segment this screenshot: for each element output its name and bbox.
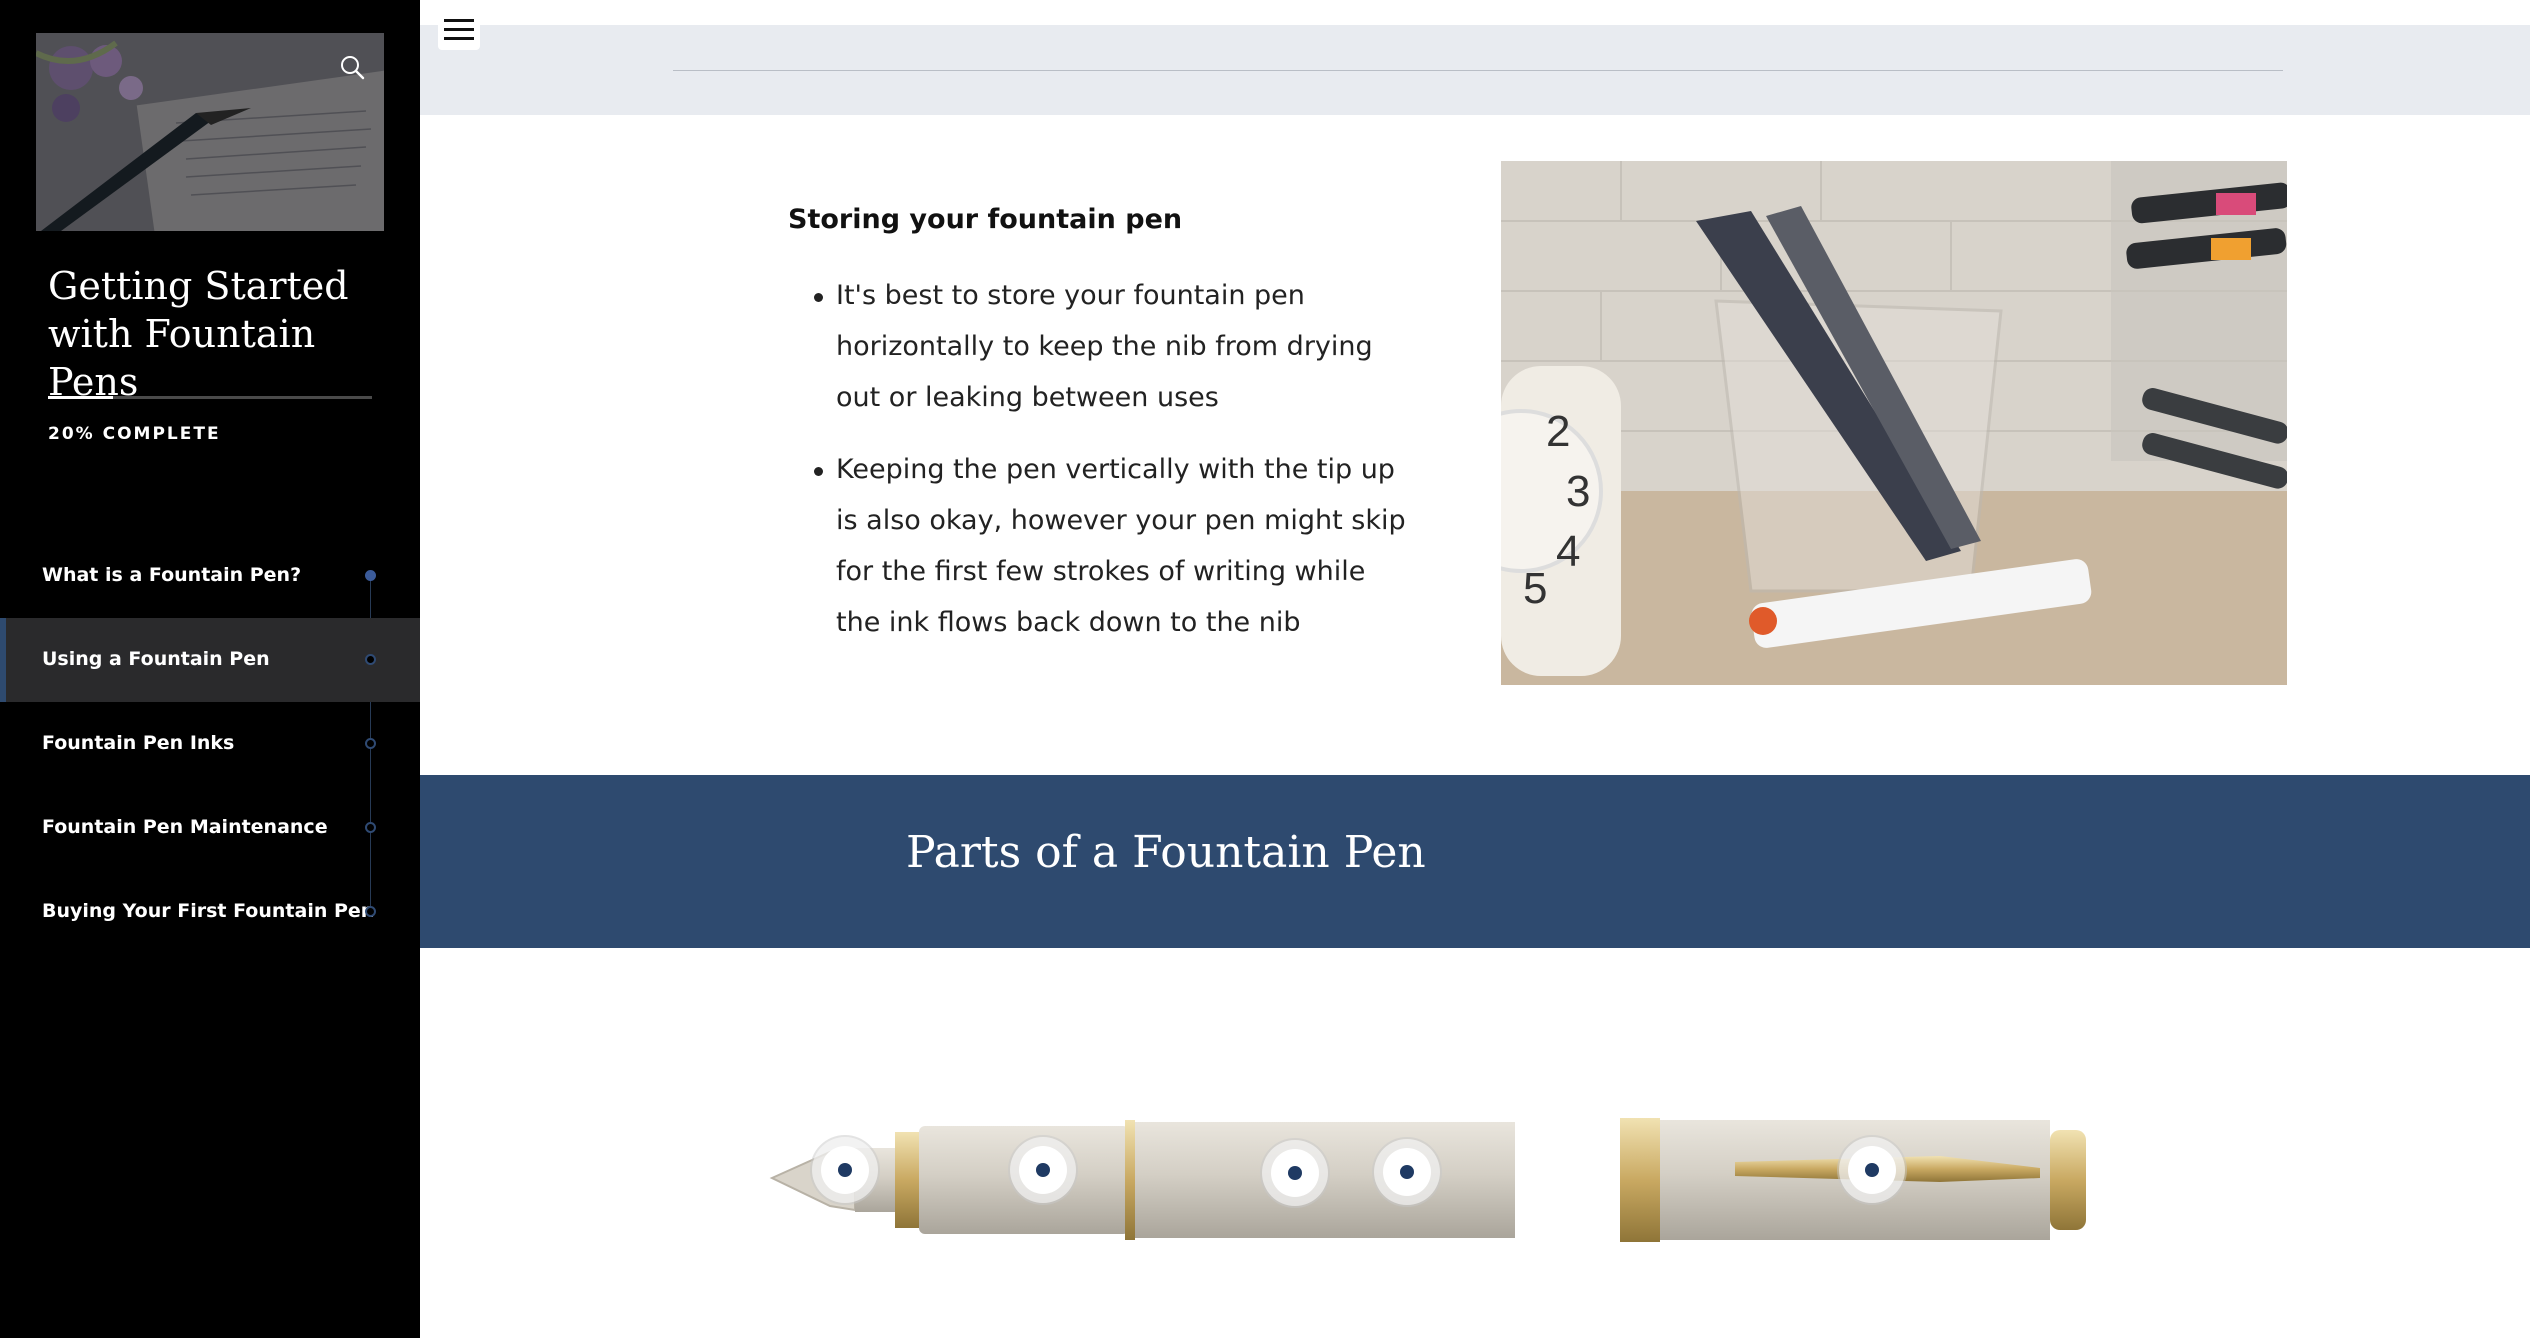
nav-item-label: Using a Fountain Pen bbox=[42, 648, 270, 670]
previous-block-band bbox=[420, 25, 2530, 115]
pen-part-hotspot[interactable] bbox=[1848, 1146, 1896, 1194]
nav-item-label: Fountain Pen Inks bbox=[42, 732, 235, 754]
nav-item-buying-your-first-fountain-pen[interactable]: Buying Your First Fountain Pen bbox=[0, 870, 420, 954]
lesson-status-indicator bbox=[365, 654, 376, 665]
nav-item-label: Buying Your First Fountain Pen bbox=[42, 900, 375, 922]
lesson-status-indicator bbox=[365, 822, 376, 833]
nav-item-fountain-pen-maintenance[interactable]: Fountain Pen Maintenance bbox=[0, 786, 420, 870]
nav-item-label: Fountain Pen Maintenance bbox=[42, 816, 328, 838]
divider bbox=[673, 70, 2283, 71]
hamburger-menu-icon-bar bbox=[444, 28, 474, 31]
nav-item-label: What is a Fountain Pen? bbox=[42, 564, 302, 586]
nav-item-using-a-fountain-pen[interactable]: Using a Fountain Pen bbox=[0, 618, 420, 702]
progress-bar-fill bbox=[48, 396, 113, 399]
lesson-status-indicator bbox=[365, 906, 376, 917]
pen-part-hotspot[interactable] bbox=[1019, 1146, 1067, 1194]
hamburger-menu-icon bbox=[444, 19, 474, 22]
lesson-complete-indicator bbox=[365, 570, 376, 581]
search-button[interactable] bbox=[336, 51, 370, 85]
course-cover-image bbox=[36, 33, 384, 231]
section-title: Parts of a Fountain Pen bbox=[906, 827, 1426, 878]
section-banner: Parts of a Fountain Pen bbox=[420, 775, 2530, 948]
fountain-pen-diagram bbox=[760, 1090, 2200, 1264]
progress-bar bbox=[48, 396, 372, 399]
bullet-list: It's best to store your fountain pen hor… bbox=[788, 270, 1408, 669]
nav-item-fountain-pen-inks[interactable]: Fountain Pen Inks bbox=[0, 702, 420, 786]
list-item: It's best to store your fountain pen hor… bbox=[788, 270, 1408, 423]
lesson-nav: What is a Fountain Pen? Using a Fountain… bbox=[0, 534, 420, 954]
hamburger-menu-icon-bar bbox=[444, 37, 474, 40]
section-heading: Storing your fountain pen bbox=[788, 204, 1183, 235]
lesson-status-indicator bbox=[365, 738, 376, 749]
pen-part-hotspot[interactable] bbox=[1271, 1149, 1319, 1197]
progress-label: 20% COMPLETE bbox=[48, 424, 221, 444]
menu-button[interactable] bbox=[438, 10, 480, 50]
svg-text:5: 5 bbox=[1523, 564, 1547, 613]
sidebar: Getting Started with Fountain Pens 20% C… bbox=[0, 0, 420, 1338]
svg-text:3: 3 bbox=[1566, 467, 1590, 516]
pen-part-hotspot[interactable] bbox=[1383, 1148, 1431, 1196]
pen-storage-photo: 2 3 4 5 bbox=[1501, 161, 2287, 685]
nav-item-what-is-a-fountain-pen[interactable]: What is a Fountain Pen? bbox=[0, 534, 420, 618]
list-item: Keeping the pen vertically with the tip … bbox=[788, 444, 1408, 648]
svg-text:2: 2 bbox=[1546, 407, 1570, 456]
search-icon bbox=[341, 56, 365, 80]
pen-part-hotspot[interactable] bbox=[821, 1146, 869, 1194]
course-title: Getting Started with Fountain Pens bbox=[48, 264, 349, 404]
svg-text:4: 4 bbox=[1556, 527, 1580, 576]
